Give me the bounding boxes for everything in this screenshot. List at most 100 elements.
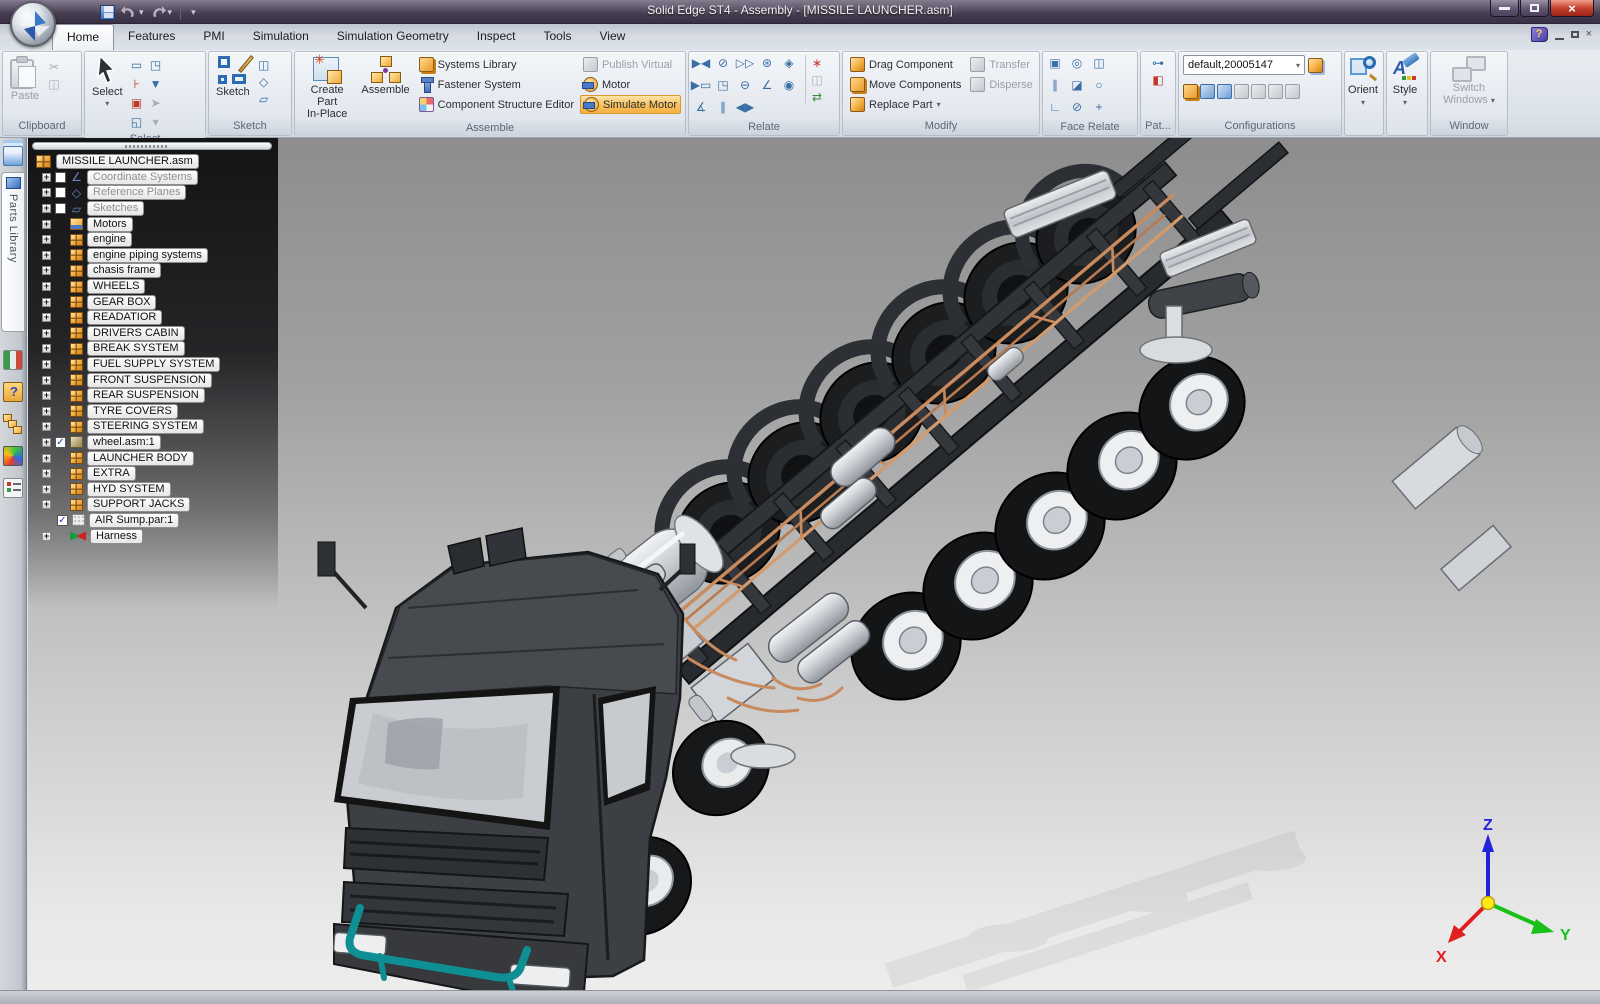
expand-icon[interactable]: +: [42, 219, 51, 229]
parts-library-tab[interactable]: Parts Library: [1, 172, 25, 332]
match-coordinate-icon[interactable]: ∠: [759, 77, 775, 93]
doc-minimize-icon[interactable]: [1554, 30, 1564, 40]
expand-icon[interactable]: +: [42, 204, 51, 214]
tree-item-label[interactable]: GEAR BOX: [87, 294, 157, 310]
expand-icon[interactable]: +: [42, 360, 51, 370]
sketch-button[interactable]: Sketch: [213, 55, 254, 99]
expand-icon[interactable]: +: [42, 453, 51, 463]
expand-icon[interactable]: +: [42, 375, 51, 385]
help-icon[interactable]: [1530, 27, 1548, 42]
key-icon[interactable]: [1268, 84, 1283, 99]
tree-item-label[interactable]: Reference Planes: [87, 185, 187, 201]
expand-icon[interactable]: +: [42, 469, 51, 479]
tab-view[interactable]: View: [586, 24, 640, 50]
switch-windows-button[interactable]: Switch Windows ▾: [1440, 55, 1498, 108]
move-components-button[interactable]: Move Components: [847, 75, 964, 94]
tree-item-label[interactable]: READATIOR: [87, 310, 163, 326]
select-box-icon[interactable]: ◳: [148, 57, 164, 73]
expand-icon[interactable]: +: [42, 422, 51, 432]
apply-config-icon[interactable]: [1183, 84, 1198, 99]
assemble-relate-icon[interactable]: ∗: [809, 55, 825, 71]
zone-icon[interactable]: [1285, 84, 1300, 99]
tree-item-label[interactable]: SUPPORT JACKS: [87, 497, 191, 513]
tab-simulation[interactable]: Simulation: [239, 24, 323, 50]
gear-icon[interactable]: ⊛: [759, 55, 775, 71]
disperse-button[interactable]: Disperse: [967, 75, 1035, 94]
drag-component-button[interactable]: Drag Component: [847, 55, 964, 74]
tab-simulation-geometry[interactable]: Simulation Geometry: [323, 24, 463, 50]
tab-tools[interactable]: Tools: [530, 24, 586, 50]
select-dropdown-icon[interactable]: ▾: [148, 114, 164, 130]
sketch-edit-icon[interactable]: ▱: [256, 91, 272, 107]
offset-face-icon[interactable]: ◪: [1069, 77, 1085, 93]
tree-item-label[interactable]: AIR Sump.par:1: [89, 512, 180, 528]
expand-icon[interactable]: +: [42, 297, 51, 307]
expand-icon[interactable]: +: [42, 484, 51, 494]
tree-item-label[interactable]: engine piping systems: [87, 247, 208, 263]
mirror-icon[interactable]: ◧: [1150, 72, 1166, 88]
visibility-checkbox-checked[interactable]: ✓: [57, 514, 68, 526]
redo-icon[interactable]: ▾: [150, 5, 172, 19]
tab-features[interactable]: Features: [114, 24, 189, 50]
axial-align-icon[interactable]: ▷▷: [736, 55, 754, 71]
select-filter-icon[interactable]: ▼: [148, 76, 164, 92]
perpendicular-face-icon[interactable]: ∟: [1047, 99, 1063, 115]
tree-item-label[interactable]: DRIVERS CABIN: [87, 325, 185, 341]
expand-icon[interactable]: +: [42, 282, 51, 292]
pattern-icon[interactable]: ⊶: [1150, 55, 1166, 71]
engineering-reference-icon[interactable]: [3, 446, 23, 466]
tree-item-label[interactable]: Motors: [87, 216, 133, 232]
connect-icon[interactable]: ▶▭: [691, 77, 712, 93]
assemble-button[interactable]: Assemble: [358, 55, 412, 97]
tree-item-label[interactable]: Sketches: [87, 201, 145, 217]
tree-item-label[interactable]: REAR SUSPENSION: [87, 388, 205, 404]
parallel-face-icon[interactable]: ∥: [1047, 77, 1063, 93]
insert-icon[interactable]: ◳: [715, 77, 731, 93]
expand-icon[interactable]: +: [42, 313, 51, 323]
visibility-checkbox-checked[interactable]: ✓: [55, 436, 66, 448]
publish-virtual-button[interactable]: Publish Virtual: [580, 55, 681, 74]
motor-button[interactable]: Motor: [580, 75, 681, 94]
angle-icon[interactable]: ∡: [693, 99, 709, 115]
sketch-plane-icon[interactable]: ◫: [256, 57, 272, 73]
copy-icon[interactable]: ◫: [46, 76, 62, 92]
tab-home[interactable]: Home: [52, 24, 115, 50]
coplanar-axis-icon[interactable]: +: [1091, 99, 1107, 115]
select-priority-icon[interactable]: ▣: [129, 95, 145, 111]
mate-icon[interactable]: ▶◀: [692, 55, 710, 71]
expand-icon[interactable]: +: [42, 250, 51, 260]
select-locate-icon[interactable]: ➤: [148, 95, 164, 111]
create-part-in-place-button[interactable]: ✳ Create Part In-Place: [299, 53, 355, 121]
tree-item-label[interactable]: BREAK SYSTEM: [87, 341, 185, 357]
concentric-face-icon[interactable]: ◎: [1069, 55, 1085, 71]
tab-inspect[interactable]: Inspect: [463, 24, 530, 50]
cut-icon[interactable]: ✂: [46, 59, 62, 75]
help-folder-icon[interactable]: [3, 382, 23, 402]
expand-icon[interactable]: +: [42, 266, 51, 276]
tree-item-label[interactable]: TYRE COVERS: [87, 403, 178, 419]
visibility-checkbox-unchecked[interactable]: [55, 203, 66, 215]
parallel-icon[interactable]: ∥: [715, 99, 731, 115]
tree-item-label[interactable]: engine: [87, 232, 133, 248]
tangent-face-icon[interactable]: ⊘: [1069, 99, 1085, 115]
expand-icon[interactable]: +: [42, 328, 51, 338]
display-config-icon[interactable]: [1200, 84, 1215, 99]
selection-list-icon[interactable]: [3, 478, 23, 498]
expand-icon[interactable]: +: [42, 344, 51, 354]
restore-button[interactable]: [1520, 0, 1549, 17]
capture-fit-icon[interactable]: ◫: [809, 72, 825, 88]
undo-icon[interactable]: ▾: [121, 5, 144, 19]
drivers-cabin[interactable]: [317, 527, 696, 990]
center-plane-icon[interactable]: ◈: [781, 55, 797, 71]
paste-button[interactable]: Paste: [7, 55, 43, 103]
pathfinder-root[interactable]: MISSILE LAUNCHER.asm: [30, 154, 278, 170]
expand-icon[interactable]: +: [42, 172, 51, 182]
edit-config-icon[interactable]: [1217, 84, 1232, 99]
application-orb-button[interactable]: [10, 1, 56, 47]
fastener-system-button[interactable]: Fastener System: [416, 75, 577, 94]
relationship-manager-icon[interactable]: ⇄: [809, 89, 825, 105]
coincident-face-icon[interactable]: ▣: [1047, 55, 1063, 71]
symmetric-face-icon[interactable]: ◫: [1091, 55, 1107, 71]
tree-item-label[interactable]: FUEL SUPPLY SYSTEM: [87, 357, 221, 373]
pathfinder-scrollbar[interactable]: [32, 142, 272, 150]
